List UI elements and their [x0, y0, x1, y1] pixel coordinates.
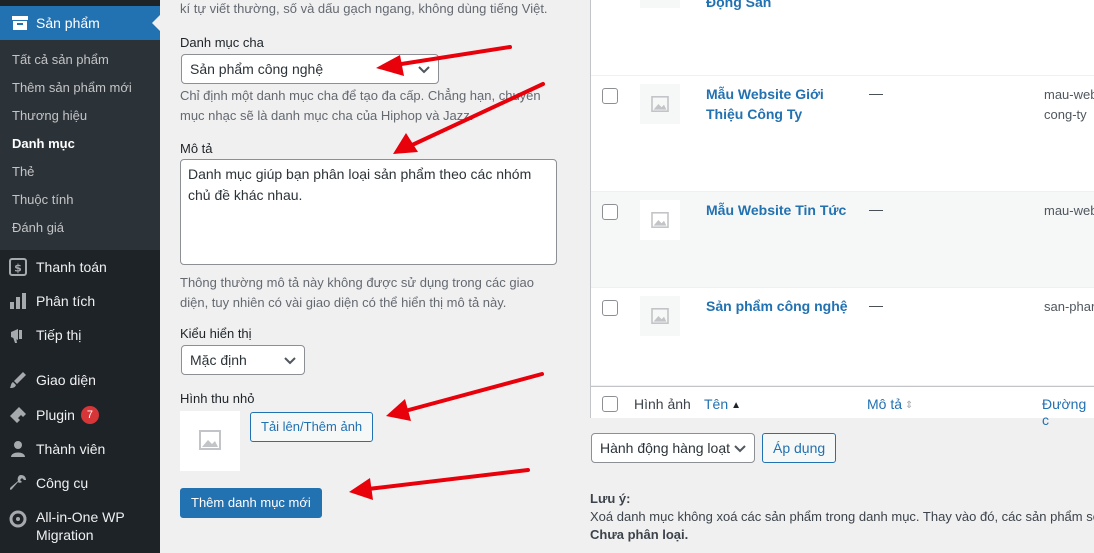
bulk-action-value: Hành động hàng loạt — [600, 440, 730, 456]
category-slug: mau-web — [1044, 203, 1094, 218]
sort-icon: ▲ — [731, 399, 742, 411]
category-name-link[interactable]: Mẫu Website Giới Thiệu Công Ty — [706, 84, 824, 124]
menu-item-tools[interactable]: Công cụ — [0, 466, 160, 500]
upload-image-button[interactable]: Tải lên/Thêm ảnh — [250, 412, 374, 442]
submenu-item-tags[interactable]: Thẻ — [0, 158, 160, 186]
menu-item-analytics[interactable]: Phân tích — [0, 284, 160, 318]
marketing-icon — [8, 325, 28, 345]
category-description: — — [869, 297, 883, 313]
plugin-icon — [8, 405, 28, 425]
column-slug[interactable]: Đường c — [1042, 396, 1094, 428]
arrow-head — [349, 478, 373, 500]
table-footer: Hình ảnh Tên ▲ Mô tả ⇕ Đường c — [591, 386, 1094, 428]
menu-item-plugins[interactable]: Plugin 7 — [0, 398, 160, 432]
table-row: Mẫu Website Tin Tức — mau-web — [591, 192, 1094, 288]
svg-text:$: $ — [14, 262, 22, 275]
arrow-to-upload-button — [403, 372, 544, 413]
parent-category-label: Danh mục cha — [180, 35, 264, 50]
appearance-icon — [8, 370, 28, 390]
bulk-action-select[interactable]: Hành động hàng loạt — [591, 433, 755, 463]
sort-icon: ⇕ — [905, 399, 914, 411]
category-name-link[interactable]: Động Sản — [706, 0, 771, 12]
parent-category-help: Chỉ định một danh mục cha để tạo đa cấp.… — [180, 88, 541, 123]
description-help: Thông thường mô tả này không được sử dụn… — [180, 275, 534, 310]
note-title: Lưu ý: — [590, 491, 631, 506]
menu-item-payments[interactable]: $ Thanh toán — [0, 250, 160, 284]
row-checkbox[interactable] — [602, 300, 618, 316]
row-checkbox[interactable] — [602, 204, 618, 220]
image-placeholder-icon — [640, 84, 680, 124]
table-row: Mẫu Website Giới Thiệu Công Ty — mau-web… — [591, 76, 1094, 192]
menu-item-migration[interactable]: All-in-One WP Migration — [0, 508, 160, 546]
menu-item-label: Giao diện — [36, 372, 96, 388]
menu-item-label: Thành viên — [36, 441, 106, 457]
parent-category-value: Sản phẩm công nghệ — [190, 61, 324, 77]
wrench-icon — [8, 473, 28, 493]
image-placeholder-icon — [199, 429, 221, 453]
display-type-label: Kiểu hiển thị — [180, 326, 252, 341]
plugin-update-badge: 7 — [80, 406, 99, 424]
submenu-item-reviews[interactable]: Đánh giá — [0, 214, 160, 242]
migration-icon — [8, 509, 28, 529]
display-type-value: Mặc định — [190, 352, 247, 368]
category-name-link[interactable]: Mẫu Website Tin Tức — [706, 200, 846, 220]
menu-item-label: Sản phẩm — [36, 15, 100, 31]
slug-help-text: kí tự viết thường, số và dấu gạch ngang,… — [180, 1, 548, 16]
thumbnail-preview — [180, 411, 240, 471]
thumbnail-label: Hình thu nhỏ — [180, 391, 255, 406]
submenu-item-categories[interactable]: Danh mục — [0, 130, 160, 158]
delete-note: Lưu ý: Xoá danh mục không xoá các sản ph… — [590, 490, 1094, 544]
category-slug: mau-web cong-ty — [1044, 87, 1094, 122]
chevron-down-icon — [418, 61, 430, 77]
description-textarea[interactable]: Danh mục giúp bạn phân loại sản phẩm the… — [180, 159, 557, 265]
menu-item-users[interactable]: Thành viên — [0, 432, 160, 466]
column-image: Hình ảnh — [634, 396, 691, 412]
menu-item-label: Tiếp thị — [36, 327, 82, 343]
analytics-icon — [8, 291, 28, 311]
menu-item-products[interactable]: Sản phẩm — [0, 6, 160, 40]
display-type-select[interactable]: Mặc định — [181, 345, 305, 375]
column-name[interactable]: Tên ▲ — [704, 396, 741, 412]
row-checkbox[interactable] — [602, 88, 618, 104]
column-description[interactable]: Mô tả ⇕ — [867, 396, 913, 412]
image-placeholder-icon — [640, 296, 680, 336]
users-icon — [8, 439, 28, 459]
category-slug: san-phar — [1044, 299, 1094, 314]
chevron-down-icon — [284, 352, 296, 368]
category-description: — — [869, 85, 883, 101]
menu-item-label: Thanh toán — [36, 259, 107, 275]
menu-item-label: Plugin — [36, 407, 75, 423]
archive-icon — [10, 13, 30, 33]
table-row: Sản phẩm công nghệ — san-phar — [591, 288, 1094, 386]
description-label: Mô tả — [180, 141, 213, 156]
category-name-link[interactable]: Sản phẩm công nghệ — [706, 296, 848, 316]
menu-item-label: Phân tích — [36, 293, 96, 309]
arrow-head — [393, 133, 418, 154]
menu-item-label: Công cụ — [36, 475, 89, 491]
add-category-button[interactable]: Thêm danh mục mới — [180, 488, 322, 518]
menu-item-label: All-in-One WP Migration — [36, 509, 125, 543]
admin-sidebar: Sản phẩm Tất cả sản phẩm Thêm sản phẩm m… — [0, 0, 160, 553]
submenu-item-add-product[interactable]: Thêm sản phẩm mới — [0, 74, 160, 102]
image-placeholder-icon — [640, 0, 680, 8]
table-row: Động Sản — [591, 0, 1094, 76]
category-description: — — [869, 201, 883, 217]
menu-item-marketing[interactable]: Tiếp thị — [0, 318, 160, 352]
payment-icon: $ — [8, 257, 28, 277]
menu-item-appearance[interactable]: Giao diện — [0, 363, 160, 397]
submenu-item-attributes[interactable]: Thuộc tính — [0, 186, 160, 214]
products-submenu: Tất cả sản phẩm Thêm sản phẩm mới Thương… — [0, 40, 160, 250]
apply-button[interactable]: Áp dụng — [762, 433, 837, 463]
parent-category-select[interactable]: Sản phẩm công nghệ — [181, 54, 439, 84]
arrow-to-add-button — [366, 468, 530, 491]
arrow-head — [386, 399, 411, 421]
image-placeholder-icon — [640, 200, 680, 240]
chevron-down-icon — [734, 440, 746, 456]
submenu-item-brands[interactable]: Thương hiệu — [0, 102, 160, 130]
select-all-checkbox[interactable] — [602, 396, 618, 412]
categories-table: Động Sản Mẫu Website Giới Thiệu Công Ty … — [590, 0, 1094, 428]
submenu-item-all-products[interactable]: Tất cả sản phẩm — [0, 46, 160, 74]
